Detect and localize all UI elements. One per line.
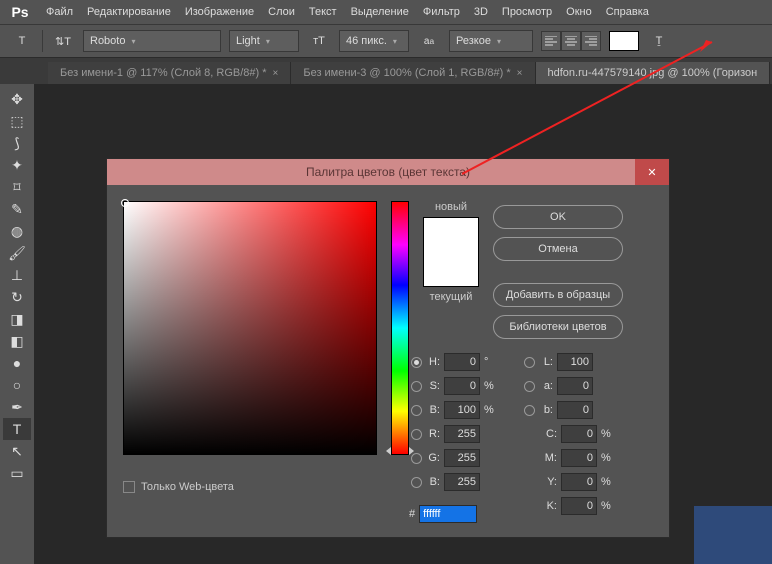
align-center-icon[interactable] xyxy=(561,31,581,51)
brush-tool-icon[interactable]: 🖌 xyxy=(3,242,31,264)
history-brush-icon[interactable]: ↻ xyxy=(3,286,31,308)
dodge-tool-icon[interactable]: ○ xyxy=(3,374,31,396)
radio-a[interactable] xyxy=(524,381,535,392)
color-preview xyxy=(423,217,479,287)
crop-tool-icon[interactable]: ⌑ xyxy=(3,176,31,198)
l-input[interactable] xyxy=(557,353,593,371)
a-input[interactable] xyxy=(557,377,593,395)
menubar: Ps Файл Редактирование Изображение Слои … xyxy=(0,0,772,24)
k-input[interactable] xyxy=(561,497,597,515)
aa-icon: aa xyxy=(417,29,441,53)
radio-r[interactable] xyxy=(411,429,422,440)
wand-tool-icon[interactable]: ✦ xyxy=(3,154,31,176)
new-color-swatch xyxy=(424,218,478,252)
patch-tool-icon[interactable]: ◍ xyxy=(3,220,31,242)
eraser-tool-icon[interactable]: ◨ xyxy=(3,308,31,330)
cancel-button[interactable]: Отмена xyxy=(493,237,623,261)
labb-input[interactable] xyxy=(557,401,593,419)
web-colors-label: Только Web-цвета xyxy=(141,481,234,493)
color-libraries-button[interactable]: Библиотеки цветов xyxy=(493,315,623,339)
gradient-tool-icon[interactable]: ◧ xyxy=(3,330,31,352)
close-button[interactable]: ✕ xyxy=(635,159,669,185)
blur-tool-icon[interactable]: ● xyxy=(3,352,31,374)
close-icon[interactable]: × xyxy=(517,68,523,79)
radio-l[interactable] xyxy=(524,357,535,368)
menu-image[interactable]: Изображение xyxy=(185,6,254,18)
font-size-dropdown[interactable]: 46 пикс.▾ xyxy=(339,30,409,52)
current-label: текущий xyxy=(430,291,473,303)
b2-input[interactable] xyxy=(444,473,480,491)
align-left-icon[interactable] xyxy=(541,31,561,51)
close-icon[interactable]: × xyxy=(273,68,279,79)
saturation-value-field[interactable] xyxy=(123,201,377,455)
doc-tab-1[interactable]: Без имени-1 @ 117% (Слой 8, RGB/8#) *× xyxy=(48,62,291,84)
eyedropper-tool-icon[interactable]: ✎ xyxy=(3,198,31,220)
web-colors-checkbox[interactable] xyxy=(123,481,135,493)
current-color-swatch[interactable] xyxy=(424,252,478,286)
dialog-title: Палитра цветов (цвет текста) xyxy=(306,165,470,179)
menu-layers[interactable]: Слои xyxy=(268,6,295,18)
orientation-icon[interactable]: ⇅T xyxy=(51,29,75,53)
add-swatch-button[interactable]: Добавить в образцы xyxy=(493,283,623,307)
radio-b2[interactable] xyxy=(411,477,422,488)
c-input[interactable] xyxy=(561,425,597,443)
image-thumbnail xyxy=(694,506,772,564)
new-label: новый xyxy=(435,201,467,213)
radio-g[interactable] xyxy=(411,453,422,464)
options-bar: T ⇅T Roboto▾ Light▾ тТ 46 пикс.▾ aa Резк… xyxy=(0,24,772,58)
rectangle-tool-icon[interactable]: ▭ xyxy=(3,462,31,484)
menu-view[interactable]: Просмотр xyxy=(502,6,552,18)
menu-edit[interactable]: Редактирование xyxy=(87,6,171,18)
sv-cursor xyxy=(121,199,129,207)
color-picker-dialog: Палитра цветов (цвет текста) ✕ новый тек… xyxy=(106,158,670,538)
h-input[interactable] xyxy=(444,353,480,371)
font-weight-dropdown[interactable]: Light▾ xyxy=(229,30,299,52)
menu-help[interactable]: Справка xyxy=(606,6,649,18)
hex-label: # xyxy=(409,508,415,520)
pen-tool-icon[interactable]: ✒ xyxy=(3,396,31,418)
ok-button[interactable]: OK xyxy=(493,205,623,229)
align-group xyxy=(541,31,601,51)
radio-h[interactable] xyxy=(411,357,422,368)
m-input[interactable] xyxy=(561,449,597,467)
app-logo: Ps xyxy=(8,2,32,22)
r-input[interactable] xyxy=(444,425,480,443)
menu-window[interactable]: Окно xyxy=(566,6,592,18)
menu-select[interactable]: Выделение xyxy=(351,6,409,18)
size-icon: тТ xyxy=(307,29,331,53)
text-tool-icon[interactable]: T xyxy=(3,418,31,440)
hue-marker xyxy=(386,447,414,455)
menu-filter[interactable]: Фильтр xyxy=(423,6,460,18)
menu-text[interactable]: Текст xyxy=(309,6,337,18)
tools-panel: ✥ ⬚ ⟆ ✦ ⌑ ✎ ◍ 🖌 ⊥ ↻ ◨ ◧ ● ○ ✒ T ↖ ▭ xyxy=(0,84,34,484)
text-color-swatch[interactable] xyxy=(609,31,639,51)
text-tool-icon: T xyxy=(10,29,34,53)
hue-slider[interactable] xyxy=(391,201,409,455)
menu-file[interactable]: Файл xyxy=(46,6,73,18)
font-family-dropdown[interactable]: Roboto▾ xyxy=(83,30,221,52)
align-right-icon[interactable] xyxy=(581,31,601,51)
menu-3d[interactable]: 3D xyxy=(474,6,488,18)
antialias-dropdown[interactable]: Резкое▾ xyxy=(449,30,533,52)
doc-tab-2[interactable]: Без имени-3 @ 100% (Слой 1, RGB/8#) *× xyxy=(291,62,535,84)
g-input[interactable] xyxy=(444,449,480,467)
dialog-titlebar[interactable]: Палитра цветов (цвет текста) ✕ xyxy=(107,159,669,185)
radio-b[interactable] xyxy=(411,405,422,416)
radio-s[interactable] xyxy=(411,381,422,392)
stamp-tool-icon[interactable]: ⊥ xyxy=(3,264,31,286)
path-tool-icon[interactable]: ↖ xyxy=(3,440,31,462)
lasso-tool-icon[interactable]: ⟆ xyxy=(3,132,31,154)
doc-tab-3[interactable]: hdfon.ru-447579140.jpg @ 100% (Горизон xyxy=(536,62,771,84)
b-input[interactable] xyxy=(444,401,480,419)
hex-input[interactable] xyxy=(419,505,477,523)
radio-lab-b[interactable] xyxy=(524,405,535,416)
move-tool-icon[interactable]: ✥ xyxy=(3,88,31,110)
document-tabs: Без имени-1 @ 117% (Слой 8, RGB/8#) *× Б… xyxy=(0,58,772,84)
separator xyxy=(42,30,43,52)
s-input[interactable] xyxy=(444,377,480,395)
y-input[interactable] xyxy=(561,473,597,491)
warp-text-icon[interactable]: Ṯ xyxy=(647,29,671,53)
marquee-tool-icon[interactable]: ⬚ xyxy=(3,110,31,132)
